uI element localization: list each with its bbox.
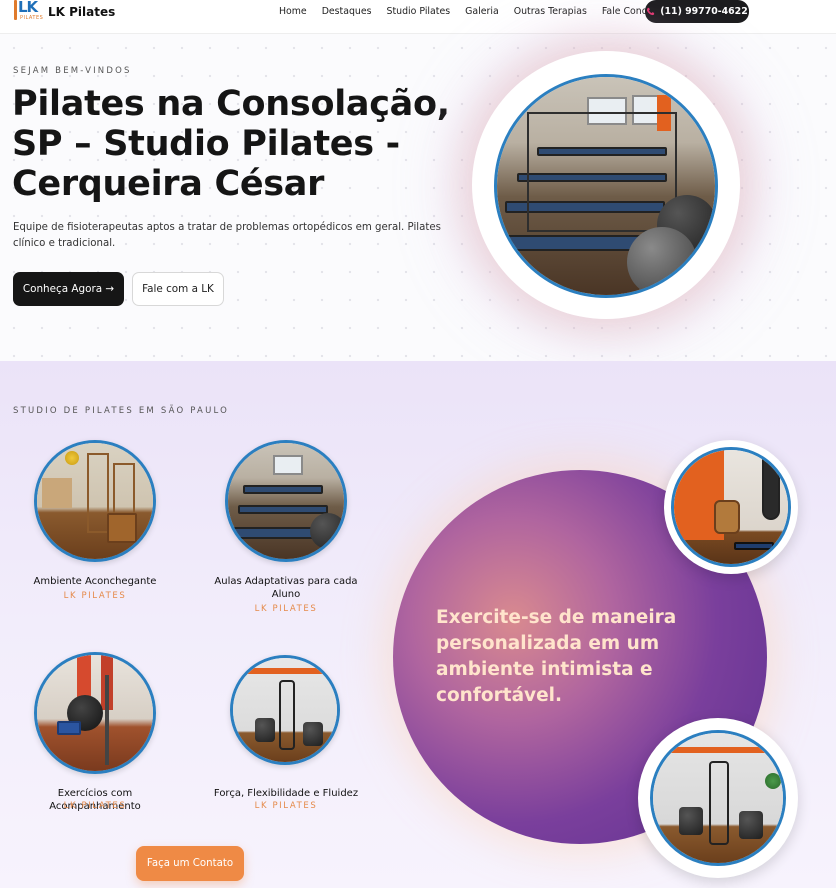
- nav-link-outras-terapias[interactable]: Outras Terapias: [514, 6, 587, 17]
- nav-link-studio-pilates[interactable]: Studio Pilates: [387, 6, 451, 17]
- logo[interactable]: LK PILATES: [14, 0, 44, 28]
- nav-link-home[interactable]: Home: [279, 6, 307, 17]
- features-eyebrow: STUDIO DE PILATES EM SÃO PAULO: [13, 406, 230, 416]
- phone-button[interactable]: (11) 99770-4622: [645, 0, 749, 23]
- card-photo-forca: [230, 655, 340, 765]
- card-subtitle-forca: LK PILATES: [254, 801, 318, 811]
- card-title-aulas: Aulas Adaptativas para cada Aluno: [214, 576, 358, 600]
- nav-link-galeria[interactable]: Galeria: [465, 6, 499, 17]
- logo-bar: [14, 0, 17, 20]
- brand-name[interactable]: LK Pilates: [48, 5, 115, 19]
- card-title-ambiente: Ambiente Aconchegante: [33, 576, 157, 587]
- faca-um-contato-button[interactable]: Faça um Contato: [136, 846, 244, 881]
- hero-section: SEJAM BEM-VINDOS Pilates na Consolação, …: [0, 34, 836, 361]
- card-title-forca: Força, Flexibilidade e Fluidez: [213, 788, 359, 799]
- highlight-text: Exercite-se de maneira personalizada em …: [436, 607, 677, 706]
- card-subtitle-exercicios: LK PILATES: [63, 801, 127, 811]
- card-photo-exercicios: [34, 652, 156, 774]
- card-subtitle-ambiente: LK PILATES: [63, 591, 127, 601]
- hero-eyebrow: SEJAM BEM-VINDOS: [13, 66, 132, 76]
- hero-title: Pilates na Consolação, SP – Studio Pilat…: [12, 84, 450, 204]
- hero-description: Equipe de fisioterapeutas aptos a tratar…: [13, 222, 441, 249]
- nav-link-destaques[interactable]: Destaques: [322, 6, 372, 17]
- card-photo-ambiente: [34, 440, 156, 562]
- conheca-agora-button[interactable]: Conheça Agora →: [13, 272, 124, 306]
- top-navbar: LK PILATES LK Pilates Home Destaques Stu…: [0, 0, 836, 34]
- hero-studio-photo: [494, 74, 718, 298]
- card-subtitle-aulas: LK PILATES: [254, 604, 318, 614]
- nav-menu: Home Destaques Studio Pilates Galeria Ou…: [279, 6, 678, 17]
- side-photo-top: [671, 447, 791, 567]
- phone-icon: [647, 7, 655, 16]
- phone-number: (11) 99770-4622: [660, 6, 748, 17]
- logo-mark: LK: [18, 0, 38, 16]
- card-photo-aulas: [225, 440, 347, 562]
- features-section: STUDIO DE PILATES EM SÃO PAULO Ambiente …: [0, 361, 836, 888]
- logo-sub: PILATES: [20, 15, 44, 21]
- side-photo-bottom: [650, 730, 786, 866]
- fale-com-lk-button[interactable]: Fale com a LK: [132, 272, 224, 306]
